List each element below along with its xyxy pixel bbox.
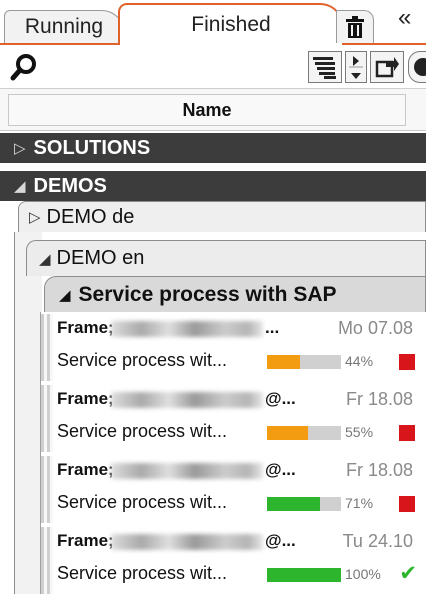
list-item[interactable]: Frame; @... Fr 18.08 Service process wit…	[41, 383, 426, 454]
filter-list-button[interactable]	[308, 51, 342, 83]
item-service-name: Service process wit...	[57, 492, 228, 512]
item-percent: 44%	[345, 353, 374, 369]
progress-bar	[267, 355, 341, 369]
tab-finished[interactable]: Finished	[118, 3, 344, 44]
tree-indent	[14, 232, 42, 594]
item-frame-suffix: @...	[265, 389, 296, 408]
collapse-icon: ◢	[39, 250, 51, 268]
error-status-icon	[399, 496, 415, 512]
redacted-text	[111, 392, 263, 408]
group-demo-de[interactable]: ▷ DEMO de	[18, 201, 426, 232]
group-demo-en-label: DEMO en	[56, 247, 145, 269]
tab-running-label: Running	[24, 15, 104, 38]
item-frame-label: Frame;	[57, 460, 114, 479]
tab-running[interactable]: Running	[4, 10, 124, 43]
progress-bar	[267, 426, 341, 440]
expand-icon: ▷	[14, 140, 26, 157]
collapse-panel-button[interactable]: «	[398, 4, 411, 32]
progress-fill	[267, 355, 300, 369]
tab-bar: Running Finished «	[0, 0, 426, 45]
trash-icon	[346, 16, 364, 38]
group-solutions-label: SOLUTIONS	[33, 136, 151, 159]
redacted-text	[111, 321, 263, 337]
error-status-icon	[399, 425, 415, 441]
progress-fill	[267, 568, 341, 582]
group-demo-en[interactable]: ◢ DEMO en	[26, 240, 426, 276]
drag-handle[interactable]	[41, 314, 53, 381]
progress-bar	[267, 568, 341, 582]
list-item[interactable]: Frame; @... Fr 18.08 Service process wit…	[41, 454, 426, 525]
item-date: Mo 07.08	[337, 318, 413, 338]
progress-fill	[267, 497, 320, 511]
item-date: Tu 24.10	[342, 531, 413, 551]
item-date: Fr 18.08	[345, 389, 413, 409]
item-percent: 71%	[345, 495, 374, 511]
more-tools-button[interactable]	[408, 51, 426, 83]
collapse-icon: ◢	[14, 178, 26, 195]
error-status-icon	[399, 354, 415, 370]
checkmark-icon: ✔	[399, 562, 417, 585]
trash-tab-button[interactable]	[336, 10, 374, 43]
item-frame-suffix: ...	[265, 318, 280, 337]
sort-button[interactable]	[345, 51, 367, 83]
process-list: Frame; ... Mo 07.08 Service process wit.…	[40, 312, 426, 594]
item-date: Fr 18.08	[345, 460, 413, 480]
export-icon	[375, 57, 399, 78]
drag-handle[interactable]	[41, 456, 53, 523]
list-item[interactable]: Frame; @... Tu 24.10 Service process wit…	[41, 525, 426, 594]
group-demos[interactable]: ◢ DEMOS	[0, 171, 426, 201]
expand-icon: ▷	[29, 209, 41, 226]
item-percent: 55%	[345, 424, 374, 440]
item-percent: 100%	[345, 566, 381, 582]
redacted-text	[111, 463, 263, 479]
drag-handle[interactable]	[41, 527, 53, 594]
group-demos-label: DEMOS	[33, 174, 107, 197]
column-header: Name	[0, 89, 426, 131]
group-demo-de-label: DEMO de	[46, 205, 135, 228]
group-service-process[interactable]: ◢ Service process with SAP	[44, 276, 426, 312]
toolbar	[0, 45, 426, 89]
redacted-text	[111, 534, 263, 550]
item-service-name: Service process wit...	[57, 563, 228, 583]
item-frame-suffix: @...	[265, 460, 296, 479]
progress-bar	[267, 497, 341, 511]
export-button[interactable]	[370, 51, 404, 83]
list-item[interactable]: Frame; ... Mo 07.08 Service process wit.…	[41, 312, 426, 383]
sort-arrows-icon	[349, 56, 363, 79]
item-service-name: Service process wit...	[57, 421, 228, 441]
group-service-process-label: Service process with SAP	[78, 282, 337, 306]
column-name[interactable]: Name	[8, 94, 406, 126]
tab-finished-label: Finished	[191, 12, 271, 36]
progress-fill	[267, 426, 308, 440]
item-frame-label: Frame;	[57, 318, 114, 337]
search-icon[interactable]	[10, 53, 38, 81]
item-frame-label: Frame;	[57, 389, 114, 408]
item-frame-label: Frame;	[57, 531, 114, 550]
circle-icon	[414, 58, 426, 76]
collapse-icon: ◢	[59, 286, 71, 304]
item-service-name: Service process wit...	[57, 350, 228, 370]
group-solutions[interactable]: ▷ SOLUTIONS	[0, 133, 426, 163]
drag-handle[interactable]	[41, 385, 53, 452]
item-frame-suffix: @...	[265, 531, 296, 550]
filter-list-icon	[313, 57, 336, 79]
